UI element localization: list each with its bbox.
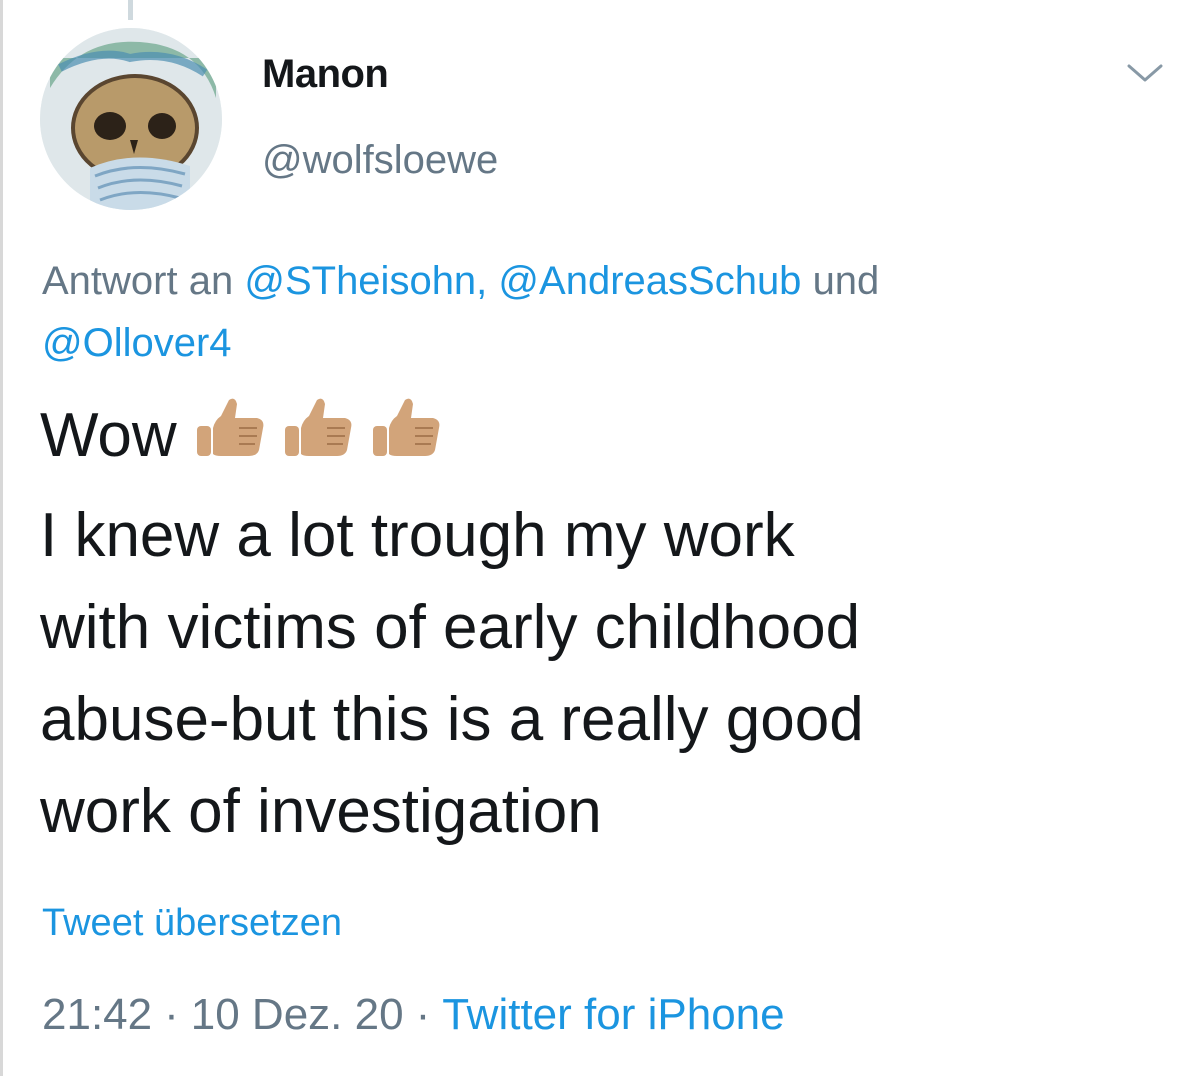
tweet-source-link[interactable]: Twitter for iPhone [442,990,784,1039]
meta-separator: · [164,990,179,1039]
reply-conjunction: und [812,259,880,303]
tweet-time[interactable]: 21:42 [42,990,152,1039]
tweet-text-line: work of investigation [40,777,602,846]
tweet-text-line: Wow [40,390,1170,490]
thread-connector-line [128,0,133,20]
left-edge-divider [0,0,3,1076]
avatar[interactable] [40,28,222,210]
tweet-text-word: Wow [40,401,177,470]
more-options-button[interactable] [1125,58,1165,88]
thumbs-up-icon [284,398,352,456]
author-display-name[interactable]: Manon [262,52,389,97]
mention-link[interactable]: @AndreasSchub [498,259,801,303]
tweet-text-line: with victims of early childhood [40,593,861,662]
chevron-down-icon [1127,64,1163,82]
mention-link[interactable]: @STheisohn, [244,259,487,303]
meta-separator: · [415,990,431,1039]
thumbs-up-icon [372,398,440,456]
author-handle[interactable]: @wolfsloewe [262,138,498,183]
thumbs-up-icon [196,398,264,456]
reply-context: Antwort an @STheisohn, @AndreasSchub und… [42,250,1142,374]
emoji-group [193,394,457,490]
mention-link[interactable]: @Ollover4 [42,321,232,365]
tweet-date[interactable]: 10 Dez. 20 [191,990,404,1039]
tweet-text-line: abuse-but this is a really good [40,685,864,754]
skull-avatar-icon [40,28,222,210]
translate-tweet-link[interactable]: Tweet übersetzen [42,902,342,945]
reply-prefix: Antwort an [42,259,234,303]
tweet-text-line: I knew a lot trough my work [40,501,795,570]
tweet-metadata: 21:42 · 10 Dez. 20 · Twitter for iPhone [42,990,785,1040]
tweet-text: Wow I knew a lot trough my work with vic… [40,390,1170,858]
